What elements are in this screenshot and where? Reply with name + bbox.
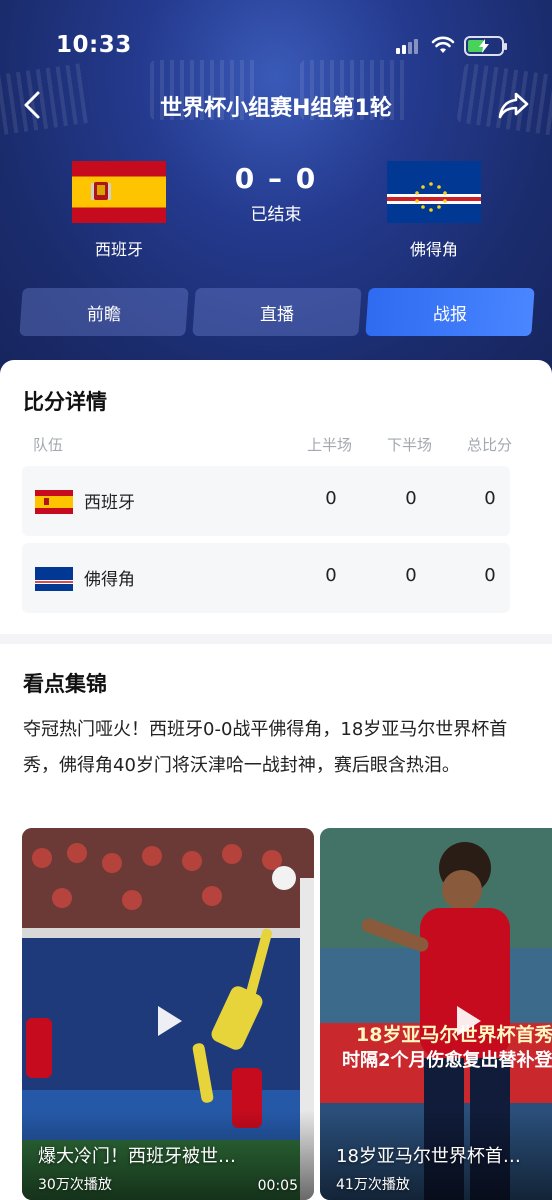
tab-label: 直播: [260, 304, 294, 325]
video-title: 爆大冷门！西班牙被世…: [38, 1146, 236, 1167]
cape-verde-flag-icon: [35, 567, 73, 591]
share-icon[interactable]: [496, 88, 532, 122]
table-row: 西班牙 0 0 0: [22, 466, 510, 536]
score-detail-title: 比分详情: [23, 390, 107, 414]
video-duration: 00:05: [257, 1178, 298, 1194]
row-second-half: 0: [405, 565, 417, 586]
play-icon[interactable]: [457, 1006, 481, 1036]
video-banner-line2: 时隔2个月伤愈复出替补登: [342, 1050, 552, 1071]
tab-label: 前瞻: [87, 304, 121, 325]
video-card[interactable]: 爆大冷门！西班牙被世… 30万次播放 00:05: [22, 828, 314, 1200]
spain-flag-icon: [35, 490, 73, 514]
header-total: 总比分: [467, 436, 513, 454]
cellular-signal-icon: [396, 38, 420, 54]
video-views: 41万次播放: [336, 1177, 410, 1193]
tab-live[interactable]: 直播: [192, 288, 362, 336]
row-total: 0: [484, 565, 496, 586]
row-team-name: 西班牙: [84, 493, 135, 513]
row-first-half: 0: [325, 488, 337, 509]
cape-verde-flag-icon: [387, 161, 481, 223]
row-team-name: 佛得角: [84, 570, 135, 590]
tab-label: 战报: [433, 304, 467, 325]
tab-report[interactable]: 战报: [365, 288, 535, 336]
section-divider: [0, 634, 552, 644]
highlights-summary: 夺冠热门哑火！西班牙0-0战平佛得角，18岁亚马尔世界杯首秀，佛得角40岁门将沃…: [23, 719, 508, 776]
away-team-name: 佛得角: [409, 240, 458, 259]
status-bar: 10:33: [0, 26, 552, 66]
row-second-half: 0: [405, 488, 417, 509]
wifi-icon: [431, 36, 455, 53]
row-total: 0: [484, 488, 496, 509]
row-first-half: 0: [325, 565, 337, 586]
video-banner-line1: 18岁亚马尔世界杯首秀: [356, 1024, 552, 1046]
table-row: 佛得角 0 0 0: [22, 543, 510, 613]
battery-icon: [464, 36, 507, 56]
status-time: 10:33: [56, 32, 132, 58]
nav-bar: 世界杯小组赛H组第1轮: [0, 84, 552, 128]
video-views: 30万次播放: [38, 1177, 112, 1193]
video-title: 18岁亚马尔世界杯首…: [336, 1146, 521, 1167]
page-title: 世界杯小组赛H组第1轮: [160, 96, 392, 121]
home-team-name: 西班牙: [94, 240, 143, 259]
header-first-half: 上半场: [307, 436, 353, 454]
tab-preview[interactable]: 前瞻: [19, 288, 189, 336]
header-second-half: 下半场: [387, 436, 433, 454]
highlights-title: 看点集锦: [23, 672, 107, 696]
header-team: 队伍: [33, 436, 64, 454]
play-icon[interactable]: [158, 1006, 182, 1036]
video-card[interactable]: 18岁亚马尔世界杯首秀 时隔2个月伤愈复出替补登 18岁亚马尔世界杯首… 41万…: [320, 828, 552, 1200]
